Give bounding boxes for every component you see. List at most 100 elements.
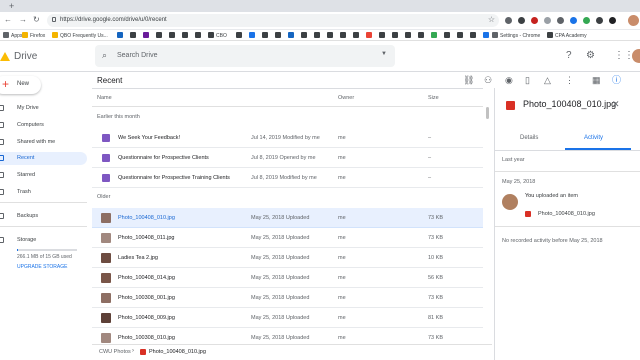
bookmark-icon[interactable] xyxy=(288,32,296,39)
preview-eye-icon[interactable]: ◉ xyxy=(505,75,513,85)
bookmark-icon[interactable] xyxy=(444,32,452,39)
extension-icon[interactable] xyxy=(531,17,538,24)
table-row[interactable]: Questionnaire for Prospective Training C… xyxy=(92,168,483,188)
column-header-size[interactable]: Size xyxy=(428,95,439,101)
table-row[interactable]: Photo_100308_001.jpg May 25, 2018 Upload… xyxy=(92,288,483,308)
bookmark-apps[interactable]: Apps xyxy=(3,32,22,39)
share-person-icon[interactable]: ⚇ xyxy=(484,75,492,85)
bookmark-cbo[interactable]: CBO xyxy=(208,32,227,39)
bookmark-icon[interactable] xyxy=(195,32,203,39)
account-avatar[interactable] xyxy=(632,49,640,63)
sidebar-item-backups[interactable]: Backups xyxy=(0,210,87,223)
extension-icon[interactable] xyxy=(557,17,564,24)
trash-icon[interactable]: ▯ xyxy=(525,75,530,85)
sidebar-item-trash[interactable]: Trash xyxy=(0,186,87,199)
bookmark-cpa-academy[interactable]: CPA Academy xyxy=(547,32,587,39)
gear-icon[interactable]: ⚙ xyxy=(586,50,595,62)
new-button[interactable]: + New xyxy=(0,76,41,94)
tabs-divider xyxy=(495,150,640,151)
apps-grid-icon[interactable]: ⋮⋮ xyxy=(614,50,634,62)
extension-icon[interactable] xyxy=(518,17,525,24)
bookmark-settings-chrome[interactable]: Settings - Chrome xyxy=(492,32,540,39)
table-row[interactable]: Questionnaire for Prospective Clients Ju… xyxy=(92,148,483,168)
new-tab-button[interactable]: + xyxy=(9,1,14,11)
extension-icon[interactable] xyxy=(609,17,616,24)
breadcrumb-folder[interactable]: CWU Photos xyxy=(99,349,131,355)
bookmark-icon[interactable] xyxy=(392,32,400,39)
tab-details[interactable]: Details xyxy=(520,135,538,141)
bookmark-icon[interactable] xyxy=(340,32,348,39)
file-modified: May 25, 2018 Uploaded xyxy=(251,255,310,261)
url-field[interactable]: https://drive.google.com/drive/u/0/recen… xyxy=(47,14,499,27)
close-icon[interactable]: ✕ xyxy=(612,99,620,110)
sidebar-item-storage[interactable]: Storage xyxy=(0,234,87,247)
table-row[interactable]: We Seek Your Feedback! Jul 14, 2019 Modi… xyxy=(92,128,483,148)
table-row[interactable]: Photo_100408_011.jpg May 25, 2018 Upload… xyxy=(92,228,483,248)
bookmark-icon[interactable] xyxy=(483,32,491,39)
activity-file-link[interactable]: Photo_100408_010.jpg xyxy=(538,211,595,217)
table-row-selected[interactable]: Photo_100408_010.jpg May 25, 2018 Upload… xyxy=(92,208,483,228)
bookmark-icon[interactable] xyxy=(366,32,374,39)
column-header-name[interactable]: Name xyxy=(97,95,112,101)
forward-icon[interactable]: → xyxy=(19,15,27,25)
sidebar-item-recent[interactable]: Recent xyxy=(0,152,87,165)
bookmark-icon[interactable] xyxy=(301,32,309,39)
list-scrollbar[interactable] xyxy=(486,107,489,119)
extension-icon[interactable] xyxy=(505,17,512,24)
bookmark-star-icon[interactable]: ☆ xyxy=(488,15,495,24)
site-icon xyxy=(483,32,489,38)
sidebar-item-starred[interactable]: Starred xyxy=(0,169,87,182)
more-options-icon[interactable]: ⋮ xyxy=(565,75,574,85)
bookmark-icon[interactable] xyxy=(327,32,335,39)
bookmark-icon[interactable] xyxy=(156,32,164,39)
sidebar-item-shared[interactable]: Shared with me xyxy=(0,136,87,149)
back-icon[interactable]: ← xyxy=(4,15,12,25)
add-to-drive-icon[interactable]: △ xyxy=(544,75,551,85)
image-file-icon xyxy=(506,101,515,110)
extension-icon[interactable] xyxy=(583,17,590,24)
bookmark-icon[interactable] xyxy=(143,32,151,39)
extension-icon[interactable] xyxy=(544,17,551,24)
bookmark-icon[interactable] xyxy=(418,32,426,39)
upgrade-storage-link[interactable]: UPGRADE STORAGE xyxy=(17,264,67,270)
bookmark-icon[interactable] xyxy=(117,32,125,39)
bookmark-icon[interactable] xyxy=(236,32,244,39)
bookmark-qbo[interactable]: QBO Frequently Us... xyxy=(52,32,108,39)
search-options-icon[interactable]: ▼ xyxy=(381,51,387,57)
search-input[interactable]: ⌕ Search Drive ▼ xyxy=(95,45,395,67)
bookmark-icon[interactable] xyxy=(431,32,439,39)
bookmark-icon[interactable] xyxy=(249,32,257,39)
site-icon xyxy=(208,32,214,38)
bookmark-icon[interactable] xyxy=(379,32,387,39)
bookmark-icon[interactable] xyxy=(314,32,322,39)
link-icon[interactable]: ⛓ xyxy=(463,75,474,85)
profile-avatar[interactable] xyxy=(628,15,639,26)
breadcrumb-file[interactable]: Photo_100408_010.jpg xyxy=(149,349,206,355)
sidebar-item-computers[interactable]: Computers xyxy=(0,119,87,132)
bookmark-icon[interactable] xyxy=(275,32,283,39)
bookmark-icon[interactable] xyxy=(457,32,465,39)
extension-icon[interactable] xyxy=(596,17,603,24)
table-row[interactable]: Photo_100408_009.jpg May 25, 2018 Upload… xyxy=(92,308,483,328)
bookmark-icon[interactable] xyxy=(169,32,177,39)
info-icon[interactable]: ⓘ xyxy=(612,75,621,85)
site-icon xyxy=(182,32,188,38)
bookmark-icon[interactable] xyxy=(182,32,190,39)
bookmark-icon[interactable] xyxy=(405,32,413,39)
image-thumbnail xyxy=(101,273,111,283)
column-header-owner[interactable]: Owner xyxy=(338,95,354,101)
reload-icon[interactable]: ↻ xyxy=(33,15,40,25)
help-icon[interactable]: ? xyxy=(566,50,572,62)
bookmark-icon[interactable] xyxy=(353,32,361,39)
trash-icon xyxy=(0,189,4,195)
bookmark-firefox[interactable]: Firefox xyxy=(22,32,45,39)
bookmark-icon[interactable] xyxy=(262,32,270,39)
grid-view-icon[interactable]: ▦ xyxy=(592,75,601,85)
table-row[interactable]: Photo_100408_014.jpg May 25, 2018 Upload… xyxy=(92,268,483,288)
table-row[interactable]: Ladies Tea 2.jpg May 25, 2018 Uploaded m… xyxy=(92,248,483,268)
tab-activity[interactable]: Activity xyxy=(584,135,603,141)
bookmark-icon[interactable] xyxy=(470,32,478,39)
sidebar-item-my-drive[interactable]: My Drive xyxy=(0,102,87,115)
bookmark-icon[interactable] xyxy=(130,32,138,39)
extension-icon[interactable] xyxy=(570,17,577,24)
